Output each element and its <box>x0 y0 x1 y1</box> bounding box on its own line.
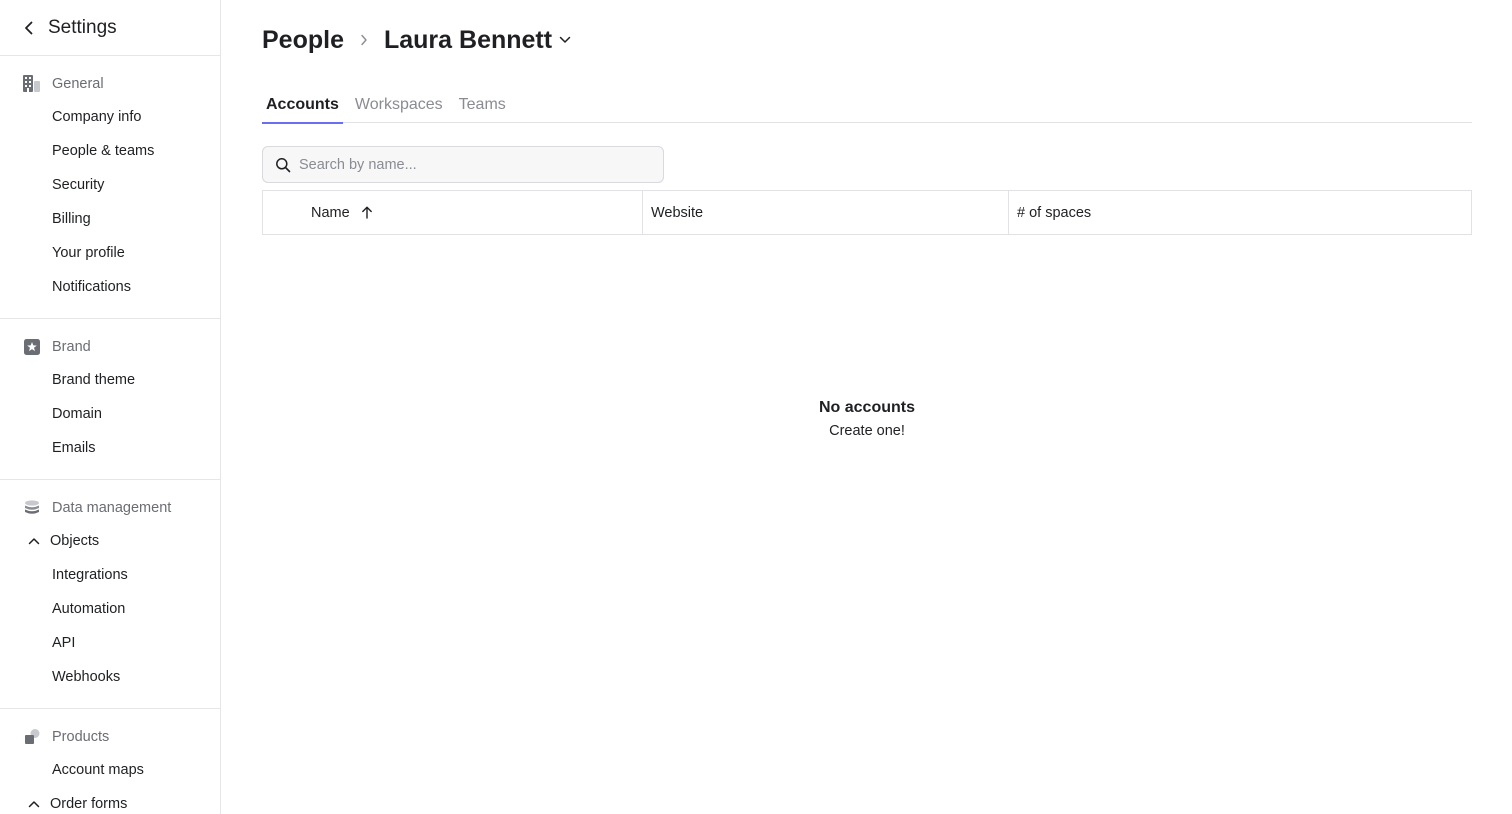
empty-state: No accounts Create one! <box>262 398 1472 440</box>
chevron-up-icon <box>26 796 42 812</box>
sidebar-section-brand: Brand Brand theme Domain Emails <box>0 319 220 480</box>
sidebar-item-billing[interactable]: Billing <box>0 202 220 236</box>
sidebar-item-brand-theme[interactable]: Brand theme <box>0 363 220 397</box>
sidebar-section-data-management: Data management Objects Integrations Aut… <box>0 480 220 709</box>
sidebar-item-security[interactable]: Security <box>0 168 220 202</box>
create-account-link[interactable]: Create one! <box>262 422 1472 440</box>
search-icon <box>275 157 291 173</box>
star-badge-icon <box>22 337 42 357</box>
sidebar-item-order-forms[interactable]: Order forms <box>0 787 220 814</box>
search-input[interactable] <box>299 156 639 173</box>
sidebar-section-general: General Company info People & teams Secu… <box>0 56 220 319</box>
section-header-products: Products <box>0 721 220 753</box>
empty-state-title: No accounts <box>818 399 915 416</box>
breadcrumb-parent[interactable]: People <box>262 26 344 55</box>
tab-bar: Accounts Workspaces Teams <box>262 86 1472 124</box>
accounts-table-header: Name Website # of spaces <box>262 190 1472 235</box>
sidebar-item-api[interactable]: API <box>0 626 220 660</box>
sidebar-item-account-maps[interactable]: Account maps <box>0 753 220 787</box>
section-label-data-management: Data management <box>52 500 172 516</box>
chevron-up-icon <box>26 533 42 549</box>
sort-arrow-up-icon <box>360 206 374 220</box>
chevron-right-icon <box>356 32 372 48</box>
column-header-name[interactable]: Name <box>263 191 643 234</box>
search-box <box>262 146 664 183</box>
settings-sidebar: Settings General Company info People & t… <box>0 0 221 814</box>
tab-workspaces[interactable]: Workspaces <box>351 86 447 123</box>
tab-accounts[interactable]: Accounts <box>262 86 343 124</box>
sidebar-item-emails[interactable]: Emails <box>0 431 220 465</box>
column-header-website[interactable]: Website <box>643 191 1009 234</box>
section-header-data-management: Data management <box>0 492 220 524</box>
main-content: People Laura Bennett Accounts Workspaces… <box>262 0 1472 814</box>
database-icon <box>22 498 42 518</box>
sidebar-item-webhooks[interactable]: Webhooks <box>0 660 220 694</box>
tab-teams[interactable]: Teams <box>455 86 510 123</box>
sidebar-header: Settings <box>0 0 220 56</box>
sidebar-item-domain[interactable]: Domain <box>0 397 220 431</box>
section-header-brand: Brand <box>0 331 220 363</box>
sidebar-item-people-teams[interactable]: People & teams <box>0 134 220 168</box>
back-chevron-icon[interactable] <box>20 19 38 37</box>
sidebar-title: Settings <box>48 16 117 38</box>
sidebar-item-objects[interactable]: Objects <box>0 524 220 558</box>
sidebar-section-products: Products Account maps Order forms <box>0 709 220 814</box>
section-header-general: General <box>0 68 220 100</box>
column-header-spaces[interactable]: # of spaces <box>1009 191 1471 234</box>
section-label-general: General <box>52 76 104 92</box>
sidebar-item-objects-label: Objects <box>50 533 100 549</box>
sidebar-item-automation[interactable]: Automation <box>0 592 220 626</box>
sidebar-item-order-forms-label: Order forms <box>50 796 128 812</box>
sidebar-item-integrations[interactable]: Integrations <box>0 558 220 592</box>
breadcrumb-current: Laura Bennett <box>383 25 553 54</box>
column-header-name-label: Name <box>311 204 350 221</box>
sidebar-item-your-profile[interactable]: Your profile <box>0 236 220 270</box>
breadcrumb: People Laura Bennett <box>262 24 573 56</box>
shapes-icon <box>22 727 42 747</box>
sidebar-item-notifications[interactable]: Notifications <box>0 270 220 304</box>
chevron-down-icon[interactable] <box>557 32 573 48</box>
sidebar-item-company-info[interactable]: Company info <box>0 100 220 134</box>
section-label-products: Products <box>52 729 110 745</box>
building-icon <box>22 74 42 94</box>
section-label-brand: Brand <box>52 339 91 355</box>
